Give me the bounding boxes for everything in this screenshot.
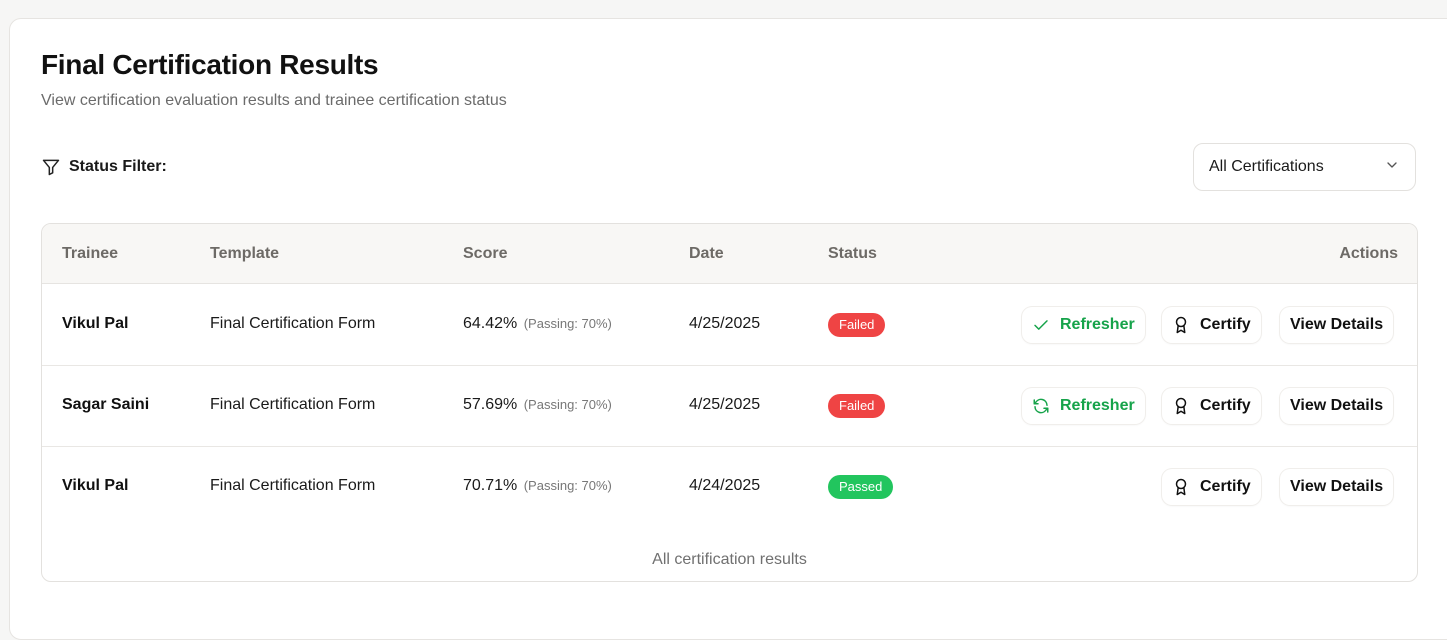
filter-icon	[41, 157, 61, 177]
award-icon	[1172, 397, 1190, 415]
certify-label: Certify	[1200, 478, 1251, 495]
refresher-button[interactable]: Refresher	[1022, 307, 1145, 343]
check-icon	[1032, 316, 1050, 334]
results-table: Trainee Template Score Date Status Actio…	[41, 223, 1418, 582]
table-row: Vikul Pal Final Certification Form 64.42…	[42, 284, 1417, 366]
header-status: Status	[828, 245, 877, 262]
header-date: Date	[689, 245, 724, 262]
chevron-down-icon	[1384, 157, 1400, 178]
template-name: Final Certification Form	[210, 315, 376, 332]
template-name: Final Certification Form	[210, 477, 376, 494]
view-details-button[interactable]: View Details	[1280, 307, 1394, 343]
header-score: Score	[463, 245, 508, 262]
view-details-label: View Details	[1290, 478, 1384, 495]
score-value: 70.71%	[463, 477, 518, 494]
view-details-label: View Details	[1290, 316, 1384, 333]
header-actions: Actions	[1339, 245, 1398, 262]
certify-label: Certify	[1200, 316, 1251, 333]
score-cell: 64.42% (Passing: 70%)	[463, 315, 612, 333]
passing-threshold: (Passing: 70%)	[523, 478, 612, 493]
passing-threshold: (Passing: 70%)	[523, 397, 612, 412]
award-icon	[1172, 316, 1190, 334]
results-card: Final Certification Results View certifi…	[9, 18, 1447, 640]
certification-filter-value: All Certifications	[1209, 158, 1324, 175]
status-filter-label: Status Filter:	[69, 158, 167, 175]
result-date: 4/24/2025	[689, 477, 761, 494]
refresher-label: Refresher	[1060, 397, 1135, 414]
score-value: 57.69%	[463, 396, 518, 413]
table-row: Vikul Pal Final Certification Form 70.71…	[42, 446, 1417, 527]
status-badge: Failed	[828, 313, 886, 337]
view-details-button[interactable]: View Details	[1280, 469, 1394, 505]
certify-label: Certify	[1200, 397, 1251, 414]
view-details-label: View Details	[1290, 397, 1384, 414]
refresher-label: Refresher	[1060, 316, 1135, 333]
table-header: Trainee Template Score Date Status Actio…	[42, 224, 1417, 284]
certify-button[interactable]: Certify	[1162, 388, 1261, 424]
status-badge: Failed	[828, 394, 886, 418]
award-icon	[1172, 478, 1190, 496]
template-name: Final Certification Form	[210, 396, 376, 413]
trainee-name: Sagar Saini	[62, 396, 150, 413]
score-value: 64.42%	[463, 315, 518, 332]
passing-threshold: (Passing: 70%)	[523, 316, 612, 331]
certification-filter-select[interactable]: All Certifications	[1193, 143, 1416, 191]
status-filter: Status Filter:	[41, 157, 167, 177]
header-template: Template	[210, 245, 280, 262]
page-subtitle: View certification evaluation results an…	[41, 92, 507, 109]
view-details-button[interactable]: View Details	[1280, 388, 1394, 424]
refresh-icon	[1032, 397, 1050, 415]
table-row: Sagar Saini Final Certification Form 57.…	[42, 365, 1417, 447]
score-cell: 70.71% (Passing: 70%)	[463, 477, 612, 495]
table-caption: All certification results	[652, 551, 807, 568]
header-trainee: Trainee	[62, 245, 119, 262]
refresher-button[interactable]: Refresher	[1022, 388, 1145, 424]
trainee-name: Vikul Pal	[62, 477, 129, 494]
result-date: 4/25/2025	[689, 396, 761, 413]
page-title: Final Certification Results	[41, 49, 379, 80]
score-cell: 57.69% (Passing: 70%)	[463, 396, 612, 414]
trainee-name: Vikul Pal	[62, 315, 129, 332]
certify-button[interactable]: Certify	[1162, 469, 1261, 505]
result-date: 4/25/2025	[689, 315, 761, 332]
status-badge: Passed	[828, 475, 894, 499]
certify-button[interactable]: Certify	[1162, 307, 1261, 343]
